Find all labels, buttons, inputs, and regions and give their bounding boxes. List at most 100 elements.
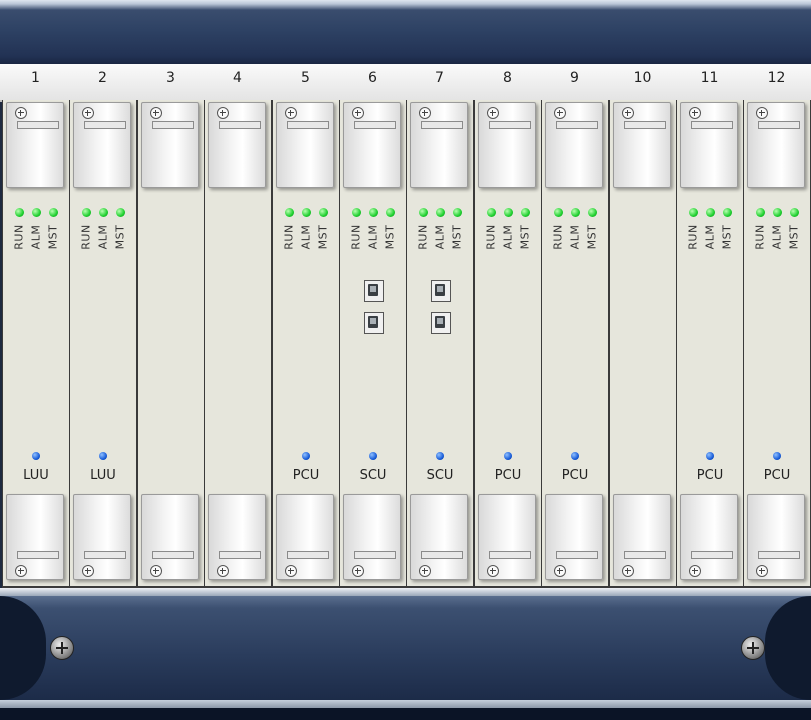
mst-led-label: MST	[451, 222, 464, 252]
bottom-ejector-handle[interactable]	[545, 494, 603, 580]
led-label-text: MST	[720, 224, 734, 250]
top-ejector-handle[interactable]	[276, 102, 334, 188]
bottom-ejector-handle[interactable]	[276, 494, 334, 580]
handle-latch	[758, 121, 800, 129]
handle-latch	[624, 551, 666, 559]
bottom-ejector-handle[interactable]	[6, 494, 64, 580]
card-slot-10[interactable]	[609, 100, 677, 588]
mst-led	[386, 208, 395, 217]
bottom-ejector-handle[interactable]	[747, 494, 805, 580]
screw-icon	[554, 565, 566, 577]
handle-latch	[152, 551, 194, 559]
active-status-led	[504, 452, 512, 460]
top-ejector-handle[interactable]	[343, 102, 401, 188]
ethernet-port-icon[interactable]	[431, 312, 451, 334]
card-slot-4[interactable]	[204, 100, 272, 588]
bottom-ejector-handle[interactable]	[478, 494, 536, 580]
top-ejector-handle[interactable]	[73, 102, 131, 188]
active-status-led	[302, 452, 310, 460]
alm-led-label: ALM	[300, 222, 313, 252]
screw-icon	[487, 107, 499, 119]
bottom-ejector-handle[interactable]	[343, 494, 401, 580]
run-led	[554, 208, 563, 217]
handle-latch	[354, 551, 396, 559]
screw-icon	[622, 565, 634, 577]
ethernet-port-icon[interactable]	[364, 312, 384, 334]
run-led-label: RUN	[484, 222, 498, 252]
card-slot-12[interactable]: RUN ALM MST PCU	[743, 100, 811, 588]
card-slot-11[interactable]: RUN ALM MST PCU	[676, 100, 744, 588]
mst-led-label: MST	[788, 222, 801, 252]
slot-number-label: 3	[166, 70, 175, 86]
led-label-text: ALM	[703, 224, 717, 250]
top-ejector-handle[interactable]	[545, 102, 603, 188]
bottom-ejector-handle[interactable]	[613, 494, 671, 580]
card-slot-1[interactable]: RUN ALM MST LUU	[2, 100, 70, 588]
led-label-text: RUN	[349, 224, 363, 250]
top-ejector-handle[interactable]	[208, 102, 266, 188]
card-slot-5[interactable]: RUN ALM MST PCU	[272, 100, 340, 588]
bottom-ejector-handle[interactable]	[141, 494, 199, 580]
alm-led	[32, 208, 41, 217]
slot-number-label: 6	[368, 70, 377, 86]
run-led-label: RUN	[80, 222, 93, 252]
handle-latch	[219, 551, 261, 559]
run-led	[82, 208, 91, 217]
mst-led	[116, 208, 125, 217]
top-ejector-handle[interactable]	[613, 102, 671, 188]
led-label-text: ALM	[568, 224, 582, 250]
alm-led-label: ALM	[568, 222, 582, 252]
mst-led-label: MST	[47, 222, 60, 252]
bottom-ejector-handle[interactable]	[680, 494, 738, 580]
screw-icon	[217, 107, 229, 119]
active-status-led	[369, 452, 377, 460]
top-ejector-handle[interactable]	[478, 102, 536, 188]
screw-icon	[756, 107, 768, 119]
led-label-text: ALM	[770, 224, 784, 250]
card-type-label: SCU	[426, 468, 454, 483]
bottom-panel	[0, 596, 811, 700]
bottom-ejector-handle[interactable]	[73, 494, 131, 580]
card-slot-3[interactable]	[137, 100, 205, 588]
card-type-label: LUU	[90, 468, 116, 483]
active-status-led	[436, 452, 444, 460]
slot-number-label: 9	[570, 70, 579, 86]
bottom-ejector-handle[interactable]	[410, 494, 468, 580]
card-slot-6[interactable]: RUN ALM MST SCU	[339, 100, 407, 588]
run-led-label: RUN	[753, 222, 767, 252]
screw-icon	[689, 565, 701, 577]
screw-icon	[285, 565, 297, 577]
top-ejector-handle[interactable]	[410, 102, 468, 188]
led-label-text: RUN	[484, 224, 498, 250]
bottom-rail	[0, 588, 811, 596]
mst-led	[49, 208, 58, 217]
top-ejector-handle[interactable]	[680, 102, 738, 188]
top-ejector-handle[interactable]	[6, 102, 64, 188]
led-label-text: RUN	[753, 224, 767, 250]
card-slot-9[interactable]: RUN ALM MST PCU	[541, 100, 609, 588]
ethernet-port-icon[interactable]	[364, 280, 384, 302]
screw-icon	[82, 107, 94, 119]
card-slot-7[interactable]: RUN ALM MST SCU	[406, 100, 474, 588]
handle-latch	[489, 121, 531, 129]
top-ejector-handle[interactable]	[141, 102, 199, 188]
mst-led-label: MST	[586, 222, 599, 252]
handle-latch	[421, 551, 463, 559]
bottom-ejector-handle[interactable]	[208, 494, 266, 580]
alm-led-label: ALM	[703, 222, 717, 252]
run-led	[285, 208, 294, 217]
led-label-text: ALM	[29, 224, 43, 250]
ethernet-port-icon[interactable]	[431, 280, 451, 302]
mst-led	[588, 208, 597, 217]
led-label-text: RUN	[551, 224, 565, 250]
card-slot-2[interactable]: RUN ALM MST LUU	[69, 100, 137, 588]
handle-latch	[17, 551, 59, 559]
screw-icon	[352, 107, 364, 119]
active-status-led	[571, 452, 579, 460]
handle-latch	[354, 121, 396, 129]
handle-latch	[84, 551, 126, 559]
card-slot-8[interactable]: RUN ALM MST PCU	[474, 100, 542, 588]
handle-latch	[421, 121, 463, 129]
top-ejector-handle[interactable]	[747, 102, 805, 188]
alm-led	[99, 208, 108, 217]
